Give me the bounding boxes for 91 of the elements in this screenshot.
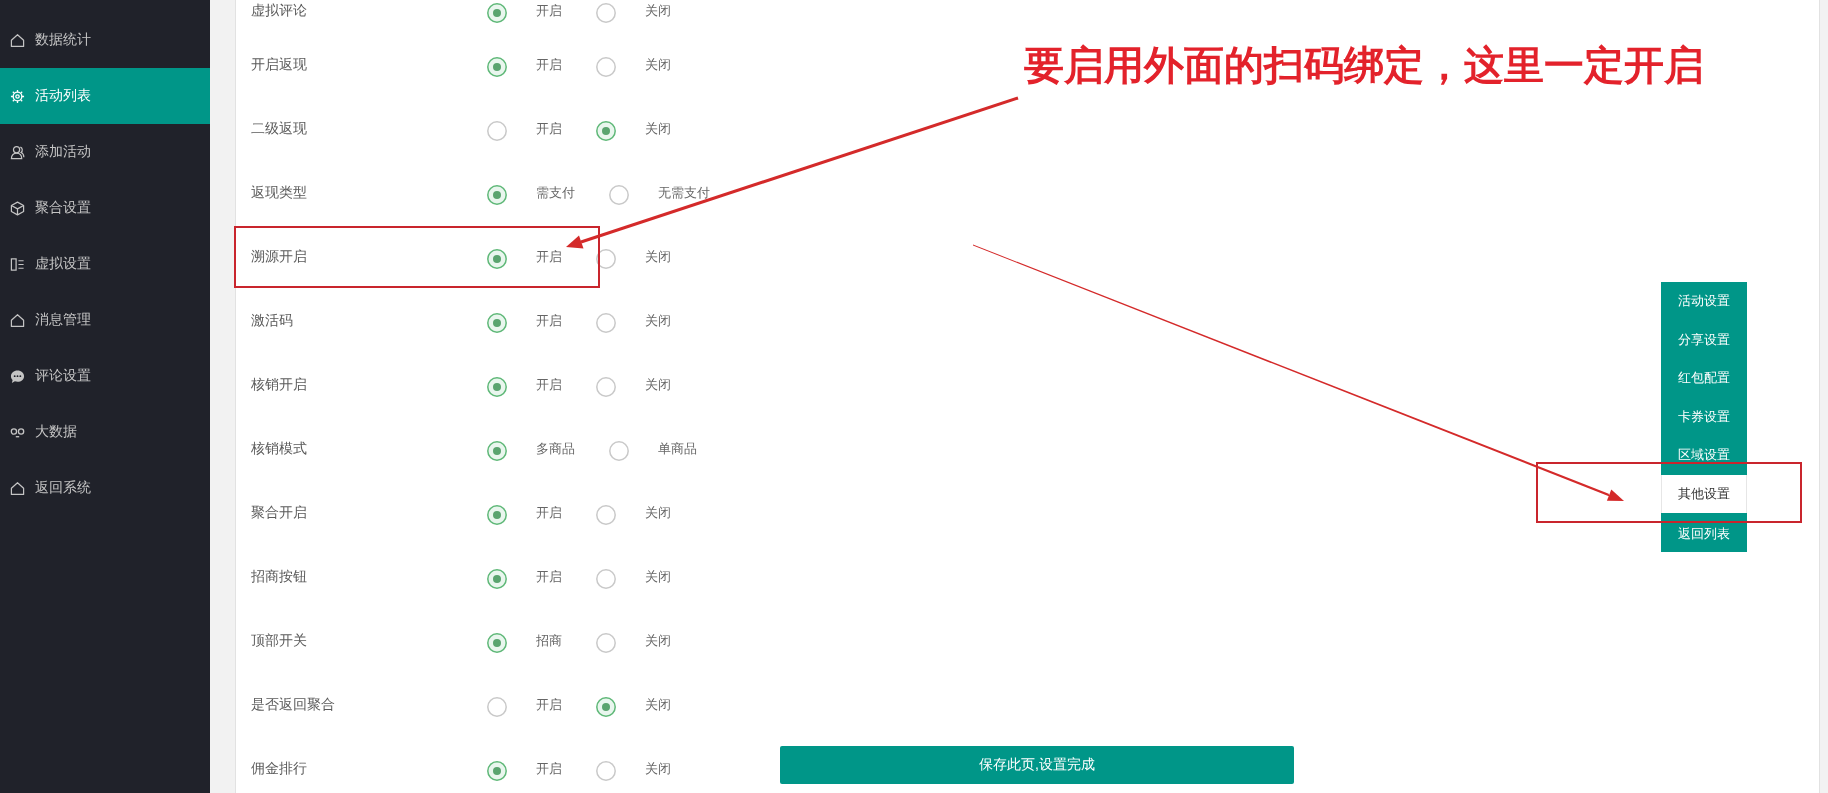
option-label: 开启: [536, 375, 562, 394]
nav-item[interactable]: 卡券设置: [1661, 397, 1747, 436]
radio-button[interactable]: [596, 3, 616, 23]
sidebar-item[interactable]: 大数据: [0, 404, 210, 460]
cube-icon: [10, 200, 25, 216]
field-label: 核销模式: [251, 439, 308, 458]
house-icon: [10, 480, 25, 496]
option-label: 关闭: [645, 695, 671, 714]
field-label: 返现类型: [251, 183, 308, 202]
option-label: 关闭: [645, 55, 671, 74]
option-label: 开启: [536, 567, 562, 586]
field-label: 溯源开启: [251, 247, 308, 266]
radio-button[interactable]: [596, 313, 616, 333]
radio-button[interactable]: [487, 313, 507, 333]
radio-button[interactable]: [596, 377, 616, 397]
option-label: 开启: [536, 503, 562, 522]
option-label: 开启: [536, 119, 562, 138]
person-icon: [10, 144, 25, 160]
radio-button[interactable]: [487, 697, 507, 717]
radio-button[interactable]: [487, 3, 507, 23]
gear-icon: [10, 88, 25, 104]
sidebar-item[interactable]: 评论设置: [0, 348, 210, 404]
nav-item[interactable]: 红包配置: [1661, 359, 1747, 398]
option-label: 开启: [536, 247, 562, 266]
option-label: 关闭: [645, 375, 671, 394]
radio-button[interactable]: [596, 697, 616, 717]
field-label: 二级返现: [251, 119, 308, 138]
field-label: 是否返回聚合: [251, 695, 336, 714]
radio-button[interactable]: [487, 441, 507, 461]
radio-button[interactable]: [596, 505, 616, 525]
field-label: 核销开启: [251, 375, 308, 394]
option-label: 开启: [536, 695, 562, 714]
field-label: 顶部开关: [251, 631, 308, 650]
house-icon: [10, 312, 25, 328]
field-label: 招商按钮: [251, 567, 308, 586]
field-label: 虚拟评论: [251, 1, 308, 20]
nav-item[interactable]: 分享设置: [1661, 320, 1747, 359]
nav-item[interactable]: 活动设置: [1661, 282, 1747, 321]
radio-button[interactable]: [487, 377, 507, 397]
annotation-text: 要启用外面的扫码绑定，这里一定开启: [1024, 45, 1704, 85]
radio-button[interactable]: [487, 121, 507, 141]
radio-button[interactable]: [487, 633, 507, 653]
radio-button[interactable]: [487, 505, 507, 525]
radio-button[interactable]: [487, 569, 507, 589]
radio-button[interactable]: [487, 249, 507, 269]
field-label: 开启返现: [251, 55, 308, 74]
option-label: 开启: [536, 759, 562, 778]
option-label: 开启: [536, 1, 562, 20]
sidebar-item[interactable]: 聚合设置: [0, 180, 210, 236]
option-label: 招商: [536, 631, 562, 650]
option-label: 关闭: [645, 1, 671, 20]
option-label: 多商品: [536, 439, 575, 458]
field-label: 佣金排行: [251, 759, 308, 778]
chat-bubble-icon: [10, 368, 25, 384]
list-icon: [10, 256, 25, 272]
option-label: 开启: [536, 311, 562, 330]
field-label: 激活码: [251, 311, 294, 330]
option-label: 关闭: [645, 567, 671, 586]
radio-button[interactable]: [596, 249, 616, 269]
radio-button[interactable]: [596, 57, 616, 77]
sidebar-item[interactable]: 添加活动: [0, 124, 210, 180]
option-label: 关闭: [645, 503, 671, 522]
radio-button[interactable]: [596, 761, 616, 781]
nav-item[interactable]: 其他设置: [1661, 474, 1747, 513]
field-label: 聚合开启: [251, 503, 308, 522]
radio-button[interactable]: [609, 185, 629, 205]
nav-item[interactable]: 区域设置: [1661, 436, 1747, 475]
radio-button[interactable]: [596, 569, 616, 589]
sidebar-item[interactable]: 消息管理: [0, 292, 210, 348]
option-label: 无需支付: [658, 183, 710, 202]
option-label: 关闭: [645, 759, 671, 778]
nav-item[interactable]: 返回列表: [1661, 513, 1747, 552]
sidebar-item[interactable]: 虚拟设置: [0, 236, 210, 292]
option-label: 关闭: [645, 119, 671, 138]
house-icon: [10, 32, 25, 48]
radio-button[interactable]: [487, 761, 507, 781]
option-label: 关闭: [645, 631, 671, 650]
option-label: 关闭: [645, 247, 671, 266]
radio-button[interactable]: [487, 57, 507, 77]
option-label: 需支付: [536, 183, 575, 202]
radio-button[interactable]: [596, 121, 616, 141]
radio-button[interactable]: [596, 633, 616, 653]
radio-button[interactable]: [609, 441, 629, 461]
sidebar-item[interactable]: 返回系统: [0, 460, 210, 516]
sidebar-item[interactable]: 数据统计: [0, 12, 210, 68]
option-label: 单商品: [658, 439, 697, 458]
sidebar-item[interactable]: 活动列表: [0, 68, 210, 124]
radio-button[interactable]: [487, 185, 507, 205]
option-label: 开启: [536, 55, 562, 74]
option-label: 关闭: [645, 311, 671, 330]
save-button[interactable]: 保存此页,设置完成: [780, 746, 1294, 784]
